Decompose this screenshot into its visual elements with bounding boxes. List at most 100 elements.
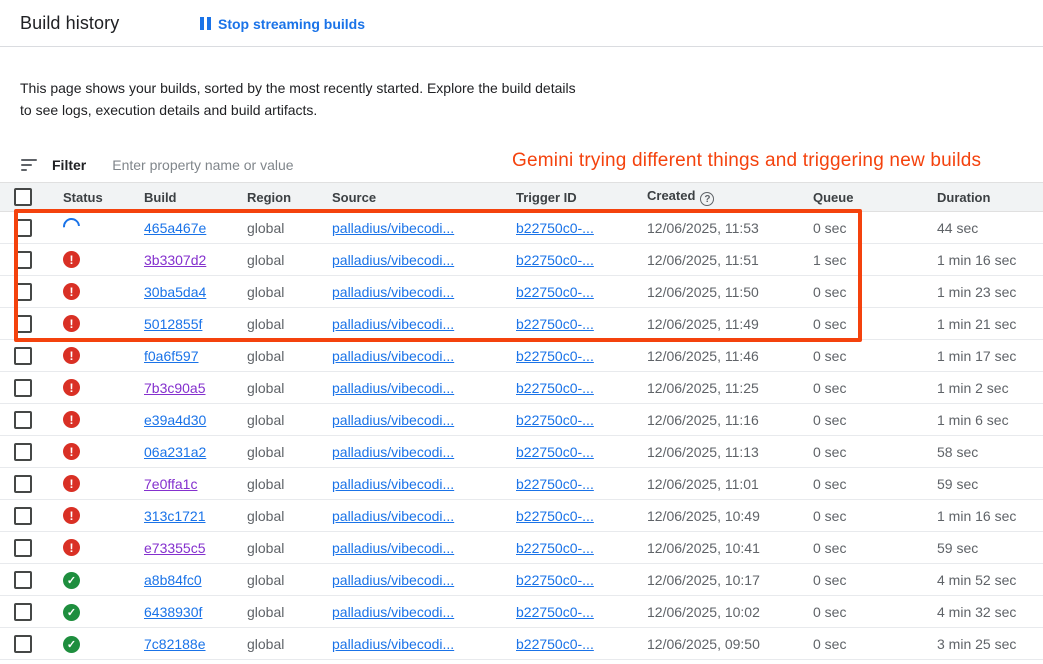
trigger-link[interactable]: b22750c0-...	[516, 636, 594, 652]
help-icon[interactable]: ?	[700, 192, 714, 206]
build-link[interactable]: 313c1721	[144, 508, 206, 524]
row-checkbox[interactable]	[14, 219, 32, 237]
build-link[interactable]: 30ba5da4	[144, 284, 206, 300]
queue-cell: 0 sec	[813, 220, 937, 236]
checkbox-cell	[0, 507, 63, 525]
row-checkbox[interactable]	[14, 379, 32, 397]
row-checkbox[interactable]	[14, 315, 32, 333]
col-created[interactable]: Created?	[647, 188, 813, 207]
row-checkbox[interactable]	[14, 443, 32, 461]
trigger-link[interactable]: b22750c0-...	[516, 284, 594, 300]
table-row: !7b3c90a5globalpalladius/vibecodi...b227…	[0, 372, 1043, 404]
row-checkbox[interactable]	[14, 571, 32, 589]
build-link[interactable]: a8b84fc0	[144, 572, 202, 588]
trigger-link[interactable]: b22750c0-...	[516, 540, 594, 556]
queue-cell: 0 sec	[813, 316, 937, 332]
trigger-cell: b22750c0-...	[516, 284, 647, 300]
source-link[interactable]: palladius/vibecodi...	[332, 284, 454, 300]
source-link[interactable]: palladius/vibecodi...	[332, 604, 454, 620]
stop-streaming-button[interactable]: Stop streaming builds	[200, 0, 365, 47]
source-link[interactable]: palladius/vibecodi...	[332, 636, 454, 652]
source-link[interactable]: palladius/vibecodi...	[332, 508, 454, 524]
queue-cell: 0 sec	[813, 540, 937, 556]
source-cell: palladius/vibecodi...	[332, 572, 516, 588]
row-checkbox[interactable]	[14, 475, 32, 493]
source-link[interactable]: palladius/vibecodi...	[332, 412, 454, 428]
build-link[interactable]: 3b3307d2	[144, 252, 206, 268]
col-queue[interactable]: Queue	[813, 190, 937, 205]
created-cell: 12/06/2025, 10:17	[647, 572, 813, 588]
build-cell: e73355c5	[144, 540, 247, 556]
trigger-link[interactable]: b22750c0-...	[516, 252, 594, 268]
trigger-link[interactable]: b22750c0-...	[516, 220, 594, 236]
row-checkbox[interactable]	[14, 251, 32, 269]
build-link[interactable]: 5012855f	[144, 316, 202, 332]
source-link[interactable]: palladius/vibecodi...	[332, 476, 454, 492]
check-circle-icon: ✓	[63, 636, 80, 653]
row-checkbox[interactable]	[14, 635, 32, 653]
duration-cell: 3 min 25 sec	[937, 636, 1043, 652]
row-checkbox[interactable]	[14, 539, 32, 557]
col-region[interactable]: Region	[247, 190, 332, 205]
table-row: !f0a6f597globalpalladius/vibecodi...b227…	[0, 340, 1043, 372]
build-cell: 7e0ffa1c	[144, 476, 247, 492]
checkbox-cell	[0, 251, 63, 269]
queue-cell: 0 sec	[813, 348, 937, 364]
row-checkbox[interactable]	[14, 507, 32, 525]
region-cell: global	[247, 380, 332, 396]
trigger-link[interactable]: b22750c0-...	[516, 316, 594, 332]
trigger-link[interactable]: b22750c0-...	[516, 444, 594, 460]
trigger-link[interactable]: b22750c0-...	[516, 380, 594, 396]
source-link[interactable]: palladius/vibecodi...	[332, 572, 454, 588]
build-link[interactable]: e39a4d30	[144, 412, 206, 428]
source-link[interactable]: palladius/vibecodi...	[332, 380, 454, 396]
checkbox-cell	[0, 283, 63, 301]
build-link[interactable]: 7e0ffa1c	[144, 476, 197, 492]
build-link[interactable]: 7b3c90a5	[144, 380, 206, 396]
trigger-link[interactable]: b22750c0-...	[516, 476, 594, 492]
build-link[interactable]: 6438930f	[144, 604, 202, 620]
source-link[interactable]: palladius/vibecodi...	[332, 220, 454, 236]
status-cell: !	[63, 251, 144, 269]
checkbox-cell	[0, 635, 63, 653]
build-link[interactable]: 465a467e	[144, 220, 206, 236]
source-link[interactable]: palladius/vibecodi...	[332, 540, 454, 556]
spinner-icon	[60, 214, 84, 238]
error-icon: !	[63, 443, 80, 460]
row-checkbox[interactable]	[14, 603, 32, 621]
row-checkbox[interactable]	[14, 283, 32, 301]
source-cell: palladius/vibecodi...	[332, 412, 516, 428]
created-cell: 12/06/2025, 10:02	[647, 604, 813, 620]
build-link[interactable]: 06a231a2	[144, 444, 206, 460]
build-link[interactable]: f0a6f597	[144, 348, 199, 364]
trigger-link[interactable]: b22750c0-...	[516, 604, 594, 620]
filter-icon	[21, 159, 39, 171]
queue-cell: 0 sec	[813, 284, 937, 300]
source-link[interactable]: palladius/vibecodi...	[332, 316, 454, 332]
col-source[interactable]: Source	[332, 190, 516, 205]
trigger-link[interactable]: b22750c0-...	[516, 572, 594, 588]
queue-cell: 0 sec	[813, 604, 937, 620]
row-checkbox[interactable]	[14, 347, 32, 365]
source-link[interactable]: palladius/vibecodi...	[332, 348, 454, 364]
row-checkbox[interactable]	[14, 411, 32, 429]
build-link[interactable]: e73355c5	[144, 540, 206, 556]
trigger-link[interactable]: b22750c0-...	[516, 348, 594, 364]
pause-icon	[200, 17, 211, 30]
col-trigger[interactable]: Trigger ID	[516, 190, 647, 205]
trigger-link[interactable]: b22750c0-...	[516, 412, 594, 428]
col-build[interactable]: Build	[144, 190, 247, 205]
source-link[interactable]: palladius/vibecodi...	[332, 252, 454, 268]
trigger-cell: b22750c0-...	[516, 252, 647, 268]
select-all-checkbox[interactable]	[14, 188, 32, 206]
col-status[interactable]: Status	[63, 190, 144, 205]
col-duration[interactable]: Duration	[937, 190, 1043, 205]
source-link[interactable]: palladius/vibecodi...	[332, 444, 454, 460]
build-link[interactable]: 7c82188e	[144, 636, 206, 652]
trigger-cell: b22750c0-...	[516, 220, 647, 236]
queue-cell: 0 sec	[813, 572, 937, 588]
build-cell: 313c1721	[144, 508, 247, 524]
source-cell: palladius/vibecodi...	[332, 444, 516, 460]
trigger-link[interactable]: b22750c0-...	[516, 508, 594, 524]
table-row: !313c1721globalpalladius/vibecodi...b227…	[0, 500, 1043, 532]
